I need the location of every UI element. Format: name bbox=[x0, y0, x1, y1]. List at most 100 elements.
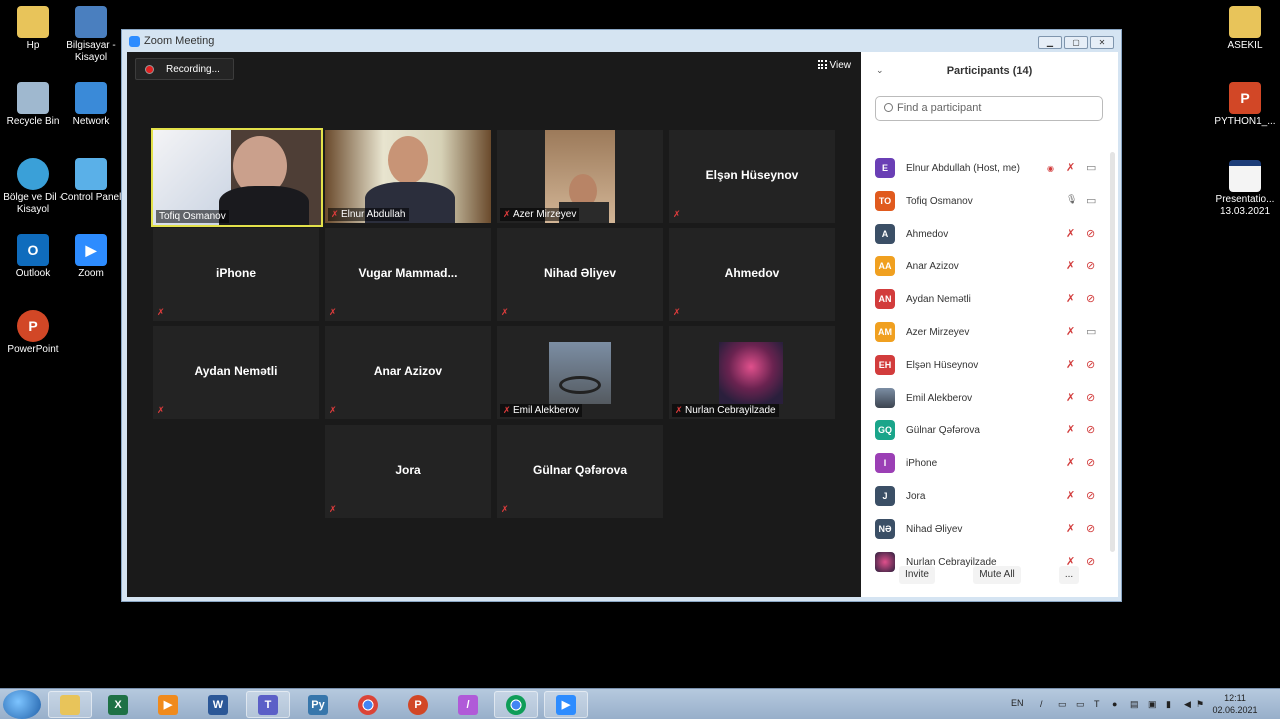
camera-icon[interactable]: ▭ bbox=[1086, 161, 1096, 174]
video-tile-jora[interactable]: Jora ✗ bbox=[325, 425, 491, 518]
tray-icon-1[interactable]: ▭ bbox=[1058, 699, 1068, 709]
camera-icon[interactable]: ▭ bbox=[1086, 194, 1096, 207]
camera-off-icon[interactable]: ⊘ bbox=[1086, 292, 1095, 305]
participant-row[interactable]: NƏ Nihad Əliyev ✗ ⊘ bbox=[875, 518, 1103, 541]
participant-row[interactable]: AN Aydan Nemətli ✗ ⊘ bbox=[875, 289, 1103, 311]
video-tile-azer[interactable]: ✗ Azer Mirzeyev bbox=[497, 130, 663, 223]
tray-icon-4[interactable]: ▣ bbox=[1148, 699, 1158, 709]
mute-all-button[interactable]: Mute All bbox=[973, 566, 1021, 584]
participant-row[interactable]: TO Tofiq Osmanov 🎙 ▭ bbox=[875, 190, 1103, 213]
mic-muted-icon[interactable]: ✗ bbox=[1066, 522, 1075, 535]
video-tile-emil[interactable]: ✗ Emil Alekberov bbox=[497, 326, 663, 419]
teams-tray-icon[interactable]: T bbox=[1094, 699, 1104, 709]
mic-muted-icon[interactable]: ✗ bbox=[1066, 161, 1075, 174]
mic-muted-icon[interactable]: ✗ bbox=[1066, 423, 1075, 436]
taskbar-excel[interactable]: X bbox=[96, 691, 140, 718]
participant-row[interactable]: AA Anar Azizov ✗ ⊘ bbox=[875, 256, 1103, 278]
minimize-button[interactable]: ▁ bbox=[1038, 36, 1062, 49]
video-tile-nihad[interactable]: Nihad Əliyev ✗ bbox=[497, 228, 663, 321]
camera-off-icon[interactable]: ⊘ bbox=[1086, 555, 1095, 568]
recording-indicator[interactable]: Recording... bbox=[135, 58, 234, 80]
video-tile-gulnar[interactable]: Gülnar Qəfərova ✗ bbox=[497, 425, 663, 518]
mic-muted-icon[interactable]: ✗ bbox=[1066, 259, 1075, 272]
taskbar-explorer[interactable] bbox=[48, 691, 92, 718]
camera-off-icon[interactable]: ⊘ bbox=[1086, 259, 1095, 272]
network-icon[interactable]: Network bbox=[58, 82, 124, 128]
video-tile-iphone[interactable]: iPhone ✗ bbox=[153, 228, 319, 321]
hp-folder-icon[interactable]: Hp bbox=[0, 6, 66, 52]
participant-row[interactable]: IiPhone ✗ ⊘ bbox=[875, 453, 1103, 475]
video-tile-aydan[interactable]: Aydan Nemətli ✗ bbox=[153, 326, 319, 419]
video-tile-tofiq[interactable]: Tofiq Osmanov bbox=[151, 128, 323, 227]
avatar bbox=[875, 551, 895, 572]
network-tray-icon[interactable]: ▮ bbox=[1166, 699, 1176, 709]
mic-muted-icon[interactable]: ✗ bbox=[1066, 391, 1075, 404]
control-panel-icon[interactable]: Control Panel bbox=[58, 158, 124, 204]
video-tile-elnur[interactable]: ✗ Elnur Abdullah bbox=[325, 130, 491, 223]
python-file-icon[interactable]: P PYTHON1_... bbox=[1212, 82, 1278, 128]
close-button[interactable]: ✕ bbox=[1090, 36, 1114, 49]
computer-icon[interactable]: Bilgisayar - Kisayol bbox=[58, 6, 124, 64]
taskbar-pen-app[interactable]: / bbox=[446, 691, 490, 718]
taskbar-word[interactable]: W bbox=[196, 691, 240, 718]
invite-button[interactable]: Invite bbox=[899, 566, 935, 584]
taskbar-teams[interactable]: T bbox=[246, 691, 290, 718]
flag-tray-icon[interactable]: ⚑ bbox=[1196, 699, 1206, 709]
camera-off-icon[interactable]: ⊘ bbox=[1086, 489, 1095, 502]
taskbar-chrome[interactable] bbox=[346, 691, 390, 718]
taskbar-python[interactable]: Py bbox=[296, 691, 340, 718]
participant-row[interactable]: GQ Gülnar Qəfərova ✗ ⊘ bbox=[875, 420, 1103, 442]
tray-icon-3[interactable]: ▤ bbox=[1130, 699, 1140, 709]
camera-off-icon[interactable]: ⊘ bbox=[1086, 391, 1095, 404]
antivirus-tray-icon[interactable]: ● bbox=[1112, 699, 1122, 709]
camera-off-icon[interactable]: ⊘ bbox=[1086, 456, 1095, 469]
view-button[interactable]: View bbox=[817, 60, 851, 71]
video-tile-nurlan[interactable]: ✗ Nurlan Cebrayilzade bbox=[669, 326, 835, 419]
participant-row[interactable]: E Elnur Abdullah (Host, me) ◉ ✗ ▭ bbox=[875, 158, 1103, 180]
participant-row[interactable]: AM Azer Mirzeyev ✗ ▭ bbox=[875, 322, 1103, 344]
participant-search-input[interactable]: Find a participant bbox=[875, 96, 1103, 121]
camera-off-icon[interactable]: ⊘ bbox=[1086, 423, 1095, 436]
start-button[interactable] bbox=[3, 690, 41, 719]
taskbar-powerpoint[interactable]: P bbox=[396, 691, 440, 718]
presentation-file-icon[interactable]: Presentatio... 13.03.2021 bbox=[1212, 160, 1278, 218]
video-tile-elsen[interactable]: Elşən Hüseynov ✗ bbox=[669, 130, 835, 223]
recycle-bin-icon[interactable]: Recycle Bin bbox=[0, 82, 66, 128]
pen-tray-icon[interactable]: / bbox=[1040, 699, 1050, 709]
more-options-button[interactable]: ... bbox=[1059, 566, 1079, 584]
video-tile-vugar[interactable]: Vugar Mammad... ✗ bbox=[325, 228, 491, 321]
asekil-folder-icon[interactable]: ASEKIL bbox=[1212, 6, 1278, 52]
participant-row[interactable]: J Jora ✗ ⊘ bbox=[875, 486, 1103, 508]
volume-tray-icon[interactable]: ◀ bbox=[1184, 699, 1194, 709]
mic-muted-icon[interactable]: ✗ bbox=[1066, 325, 1075, 338]
participant-list-scrollbar[interactable] bbox=[1110, 152, 1115, 552]
camera-off-icon[interactable]: ⊘ bbox=[1086, 358, 1095, 371]
camera-off-icon[interactable]: ⊘ bbox=[1086, 522, 1095, 535]
participant-row[interactable]: Emil Alekberov ✗ ⊘ bbox=[875, 387, 1103, 410]
outlook-icon[interactable]: O Outlook bbox=[0, 234, 66, 280]
window-titlebar[interactable]: Zoom Meeting ▁ ▢ ✕ bbox=[122, 30, 1121, 52]
maximize-button[interactable]: ▢ bbox=[1064, 36, 1088, 49]
camera-icon[interactable]: ▭ bbox=[1086, 325, 1096, 338]
participant-row[interactable]: A Ahmedov ✗ ⊘ bbox=[875, 223, 1103, 246]
taskbar-media-player[interactable]: ▶ bbox=[146, 691, 190, 718]
language-indicator[interactable]: EN bbox=[1011, 698, 1024, 708]
mic-muted-icon[interactable]: ✗ bbox=[1066, 456, 1075, 469]
tray-icon-2[interactable]: ▭ bbox=[1076, 699, 1086, 709]
mic-muted-icon[interactable]: ✗ bbox=[1066, 292, 1075, 305]
powerpoint-icon[interactable]: P PowerPoint bbox=[0, 310, 66, 356]
mic-muted-icon[interactable]: ✗ bbox=[1066, 489, 1075, 502]
taskbar-zoom[interactable]: ▶ bbox=[544, 691, 588, 718]
video-tile-anar[interactable]: Anar Azizov ✗ bbox=[325, 326, 491, 419]
taskbar-chrome-2[interactable] bbox=[494, 691, 538, 718]
camera-off-icon[interactable]: ⊘ bbox=[1086, 227, 1095, 240]
clock[interactable]: 12:11 02.06.2021 bbox=[1210, 692, 1260, 716]
zoom-icon[interactable]: ▶ Zoom bbox=[58, 234, 124, 280]
mic-muted-icon[interactable]: ✗ bbox=[1066, 227, 1075, 240]
region-language-icon[interactable]: Bölge ve Dil - Kisayol bbox=[0, 158, 66, 216]
participant-name: Elnur Abdullah (Host, me) bbox=[906, 163, 1020, 174]
participant-row[interactable]: EH Elşən Hüseynov ✗ ⊘ bbox=[875, 354, 1103, 377]
mic-muted-icon[interactable]: ✗ bbox=[1066, 358, 1075, 371]
video-tile-ahmedov[interactable]: Ahmedov ✗ bbox=[669, 228, 835, 321]
mic-icon[interactable]: 🎙 bbox=[1066, 194, 1077, 205]
